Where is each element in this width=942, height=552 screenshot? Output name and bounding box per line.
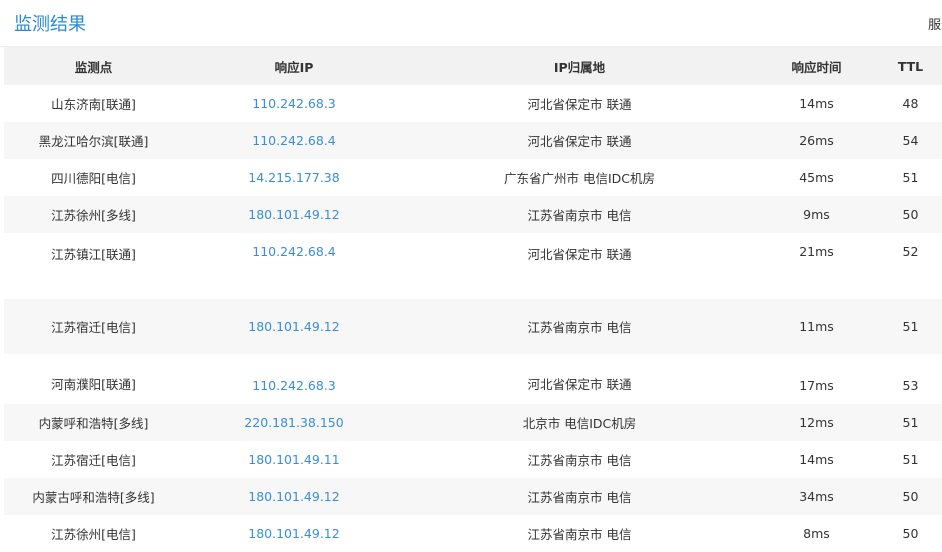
table-row: 江苏徐州[电信] 180.101.49.12 江苏省南京市 电信 8ms 50	[4, 515, 942, 552]
table-row: 黑龙江哈尔滨[联通] 110.242.68.4 河北省保定市 联通 26ms 5…	[4, 122, 942, 159]
table-row: 内蒙呼和浩特[多线] 220.181.38.150 北京市 电信IDC机房 12…	[4, 404, 942, 441]
column-header-ttl[interactable]: TTL	[879, 47, 942, 85]
cell-response-ip-link[interactable]: 110.242.68.4	[183, 233, 405, 299]
column-header-response-time[interactable]: 响应时间	[754, 47, 879, 85]
table-header-row: 监测点 响应IP IP归属地 响应时间 TTL	[4, 47, 942, 85]
cell-response-ip-link[interactable]: 220.181.38.150	[183, 404, 405, 441]
cell-monitor-point: 江苏宿迁[电信]	[51, 453, 136, 468]
table-row: 江苏镇江[联通] 110.242.68.4 河北省保定市 联通 21ms 52	[4, 233, 942, 299]
cell-ttl: 54	[879, 122, 942, 159]
cell-monitor-point: 江苏宿迁[电信]	[4, 299, 183, 354]
cell-response-time: 21ms	[799, 244, 834, 259]
column-header-ip-location[interactable]: IP归属地	[405, 47, 754, 85]
table-row: 江苏宿迁[电信] 180.101.49.11 江苏省南京市 电信 14ms 51	[4, 441, 942, 478]
cell-ip-location: 河北省保定市 联通	[527, 247, 632, 262]
cell-response-ip-link[interactable]: 180.101.49.12	[183, 515, 405, 552]
cell-response-time: 8ms	[803, 526, 830, 541]
cell-response-time: 14ms	[799, 96, 834, 111]
cell-monitor-point: 黑龙江哈尔滨[联通]	[4, 122, 183, 159]
cell-monitor-point: 四川德阳[电信]	[51, 171, 136, 186]
cell-ip-location: 河北省保定市 联通	[527, 97, 632, 112]
cell-response-time: 26ms	[754, 122, 879, 159]
cell-monitor-point: 江苏徐州[多线]	[4, 196, 183, 233]
cell-ip-location: 河北省保定市 联通	[405, 122, 754, 159]
cell-monitor-point: 内蒙古呼和浩特[多线]	[4, 478, 183, 515]
cell-response-time: 34ms	[754, 478, 879, 515]
cell-response-time: 9ms	[754, 196, 879, 233]
column-header-response-ip[interactable]: 响应IP	[183, 47, 405, 85]
cell-ip-location: 广东省广州市 电信IDC机房	[503, 171, 655, 186]
cell-response-time: 45ms	[799, 170, 834, 185]
cell-response-time: 11ms	[754, 299, 879, 354]
cell-response-ip-link[interactable]: 110.242.68.3	[183, 354, 405, 404]
cell-ip-location: 北京市 电信IDC机房	[405, 404, 754, 441]
cell-response-ip-link[interactable]: 180.101.49.11	[183, 441, 405, 478]
cell-monitor-point: 河南濮阳[联通]	[51, 377, 136, 392]
cell-response-ip-link[interactable]: 14.215.177.38	[183, 159, 405, 196]
cell-ip-location: 江苏省南京市 电信	[527, 527, 632, 542]
cell-monitor-point: 江苏徐州[电信]	[51, 527, 136, 542]
panel-title: 监测结果	[14, 14, 86, 35]
cell-ttl: 48	[902, 96, 919, 111]
table-row: 四川德阳[电信] 14.215.177.38 广东省广州市 电信IDC机房 45…	[4, 159, 942, 196]
cell-ip-location: 江苏省南京市 电信	[405, 299, 754, 354]
cell-ttl: 51	[902, 170, 919, 185]
cell-ttl: 52	[902, 244, 919, 259]
cell-monitor-point: 山东济南[联通]	[51, 97, 136, 112]
cell-response-time: 17ms	[799, 378, 834, 393]
clipped-header-text: 服务	[928, 18, 942, 33]
table-row: 河南濮阳[联通] 110.242.68.3 河北省保定市 联通 17ms 53	[4, 354, 942, 404]
results-table: 监测点 响应IP IP归属地 响应时间 TTL 山东济南[联通] 110.242…	[4, 47, 942, 552]
column-header-monitor-point[interactable]: 监测点	[4, 47, 183, 85]
cell-ttl: 50	[902, 526, 919, 541]
cell-ip-location: 河北省保定市 联通	[527, 377, 632, 392]
cell-ttl: 51	[902, 452, 919, 467]
cell-response-ip-link[interactable]: 110.242.68.3	[183, 85, 405, 122]
table-row: 江苏宿迁[电信] 180.101.49.12 江苏省南京市 电信 11ms 51	[4, 299, 942, 354]
cell-ttl: 53	[902, 378, 919, 393]
cell-response-ip-link[interactable]: 110.242.68.4	[183, 122, 405, 159]
table-row: 江苏徐州[多线] 180.101.49.12 江苏省南京市 电信 9ms 50	[4, 196, 942, 233]
cell-ip-location: 江苏省南京市 电信	[405, 478, 754, 515]
cell-monitor-point: 江苏镇江[联通]	[51, 247, 136, 262]
cell-ttl: 50	[879, 478, 942, 515]
table-row: 山东济南[联通] 110.242.68.3 河北省保定市 联通 14ms 48	[4, 85, 942, 122]
cell-ttl: 50	[879, 196, 942, 233]
cell-ttl: 51	[879, 404, 942, 441]
cell-ttl: 51	[879, 299, 942, 354]
cell-response-ip-link[interactable]: 180.101.49.12	[183, 478, 405, 515]
cell-response-ip-link[interactable]: 180.101.49.12	[183, 299, 405, 354]
cell-monitor-point: 内蒙呼和浩特[多线]	[4, 404, 183, 441]
table-row: 内蒙古呼和浩特[多线] 180.101.49.12 江苏省南京市 电信 34ms…	[4, 478, 942, 515]
results-header: 监测结果 服务	[0, 0, 942, 47]
cell-response-ip-link[interactable]: 180.101.49.12	[183, 196, 405, 233]
cell-ip-location: 江苏省南京市 电信	[405, 196, 754, 233]
cell-ip-location: 江苏省南京市 电信	[527, 453, 632, 468]
cell-response-time: 12ms	[754, 404, 879, 441]
cell-response-time: 14ms	[799, 452, 834, 467]
